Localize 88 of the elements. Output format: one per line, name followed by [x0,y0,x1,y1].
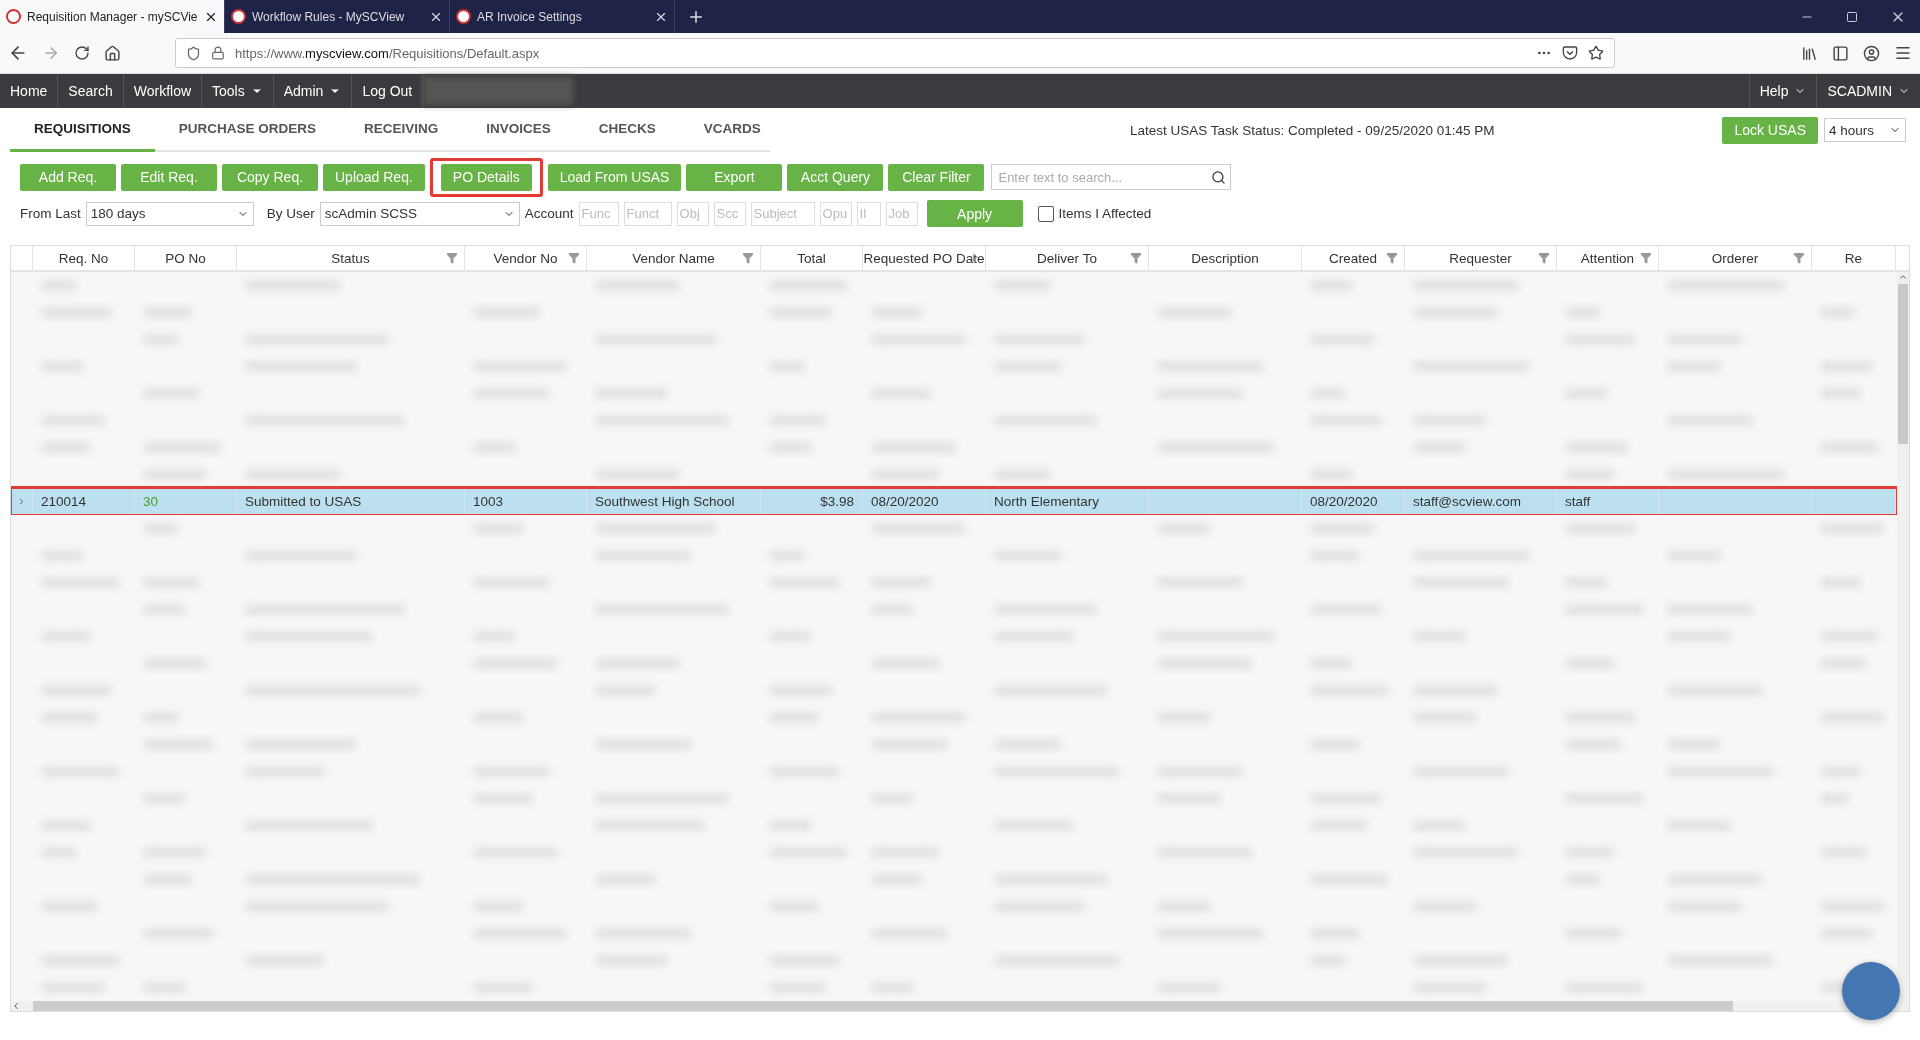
column-header[interactable]: Attention [1557,246,1659,270]
column-header[interactable]: Created [1302,246,1405,270]
column-header[interactable]: Vendor No [465,246,587,270]
account-field[interactable]: Opu [819,201,852,226]
field-label: From Last [20,206,81,221]
nav-item[interactable]: SCADMIN [1816,74,1920,108]
address-bar[interactable]: https://www.myscview.com/Requisitions/Default.aspx [175,38,1615,68]
site-icon [6,9,21,24]
nav-item[interactable]: Admin [273,74,353,108]
filter-icon[interactable] [742,252,754,264]
search-icon[interactable] [1211,169,1227,185]
duration-select[interactable]: 4 hours [1824,118,1906,142]
task-status: Latest USAS Task Status: Completed - 09/25/2020 01:45 PM [1130,122,1495,138]
filter-icon[interactable] [1538,252,1550,264]
table-cell: North Elementary [994,494,1100,509]
column-header[interactable]: Deliver To [986,246,1149,270]
account-field[interactable]: Func [578,201,619,226]
filter-icon[interactable] [1386,252,1398,264]
field-label: Account [524,206,574,221]
column-header[interactable]: Re [1812,246,1896,270]
site-icon [231,9,246,24]
sort-icon[interactable] [968,252,979,263]
user-select[interactable]: scAdmin SCSS [319,201,520,226]
module-tab[interactable]: PURCHASE ORDERS [154,108,341,152]
restore-icon[interactable] [1846,10,1858,23]
table-cell: 1003 [473,494,504,509]
table-cell: 30 [143,494,159,509]
nav-item[interactable]: Tools [202,74,274,108]
home-icon[interactable] [104,44,121,62]
table-cell: Submitted to USAS [245,494,362,509]
menu-icon[interactable] [1894,44,1912,62]
column-header[interactable]: Requester [1405,246,1557,270]
field-label: By User [266,206,315,221]
account-icon[interactable] [1863,44,1880,62]
table-row[interactable]: 210014 30 Submitted to USAS 1003 Southwest High School $3.98 08/20/2020 North Elementary 08/20/2020 staff@scview.com staff [11,488,1897,515]
filter-icon[interactable] [446,252,458,264]
checkbox[interactable] [1037,205,1054,222]
column-header[interactable]: Requested PO Date [863,246,986,270]
account-field[interactable]: Funct [623,201,672,226]
table-cell: 08/20/2020 [871,494,939,509]
column-header[interactable]: Orderer [1659,246,1812,270]
column-header[interactable]: Req. No [33,246,135,270]
nav-item[interactable]: Search [58,74,124,108]
scroll-up-icon[interactable] [1898,272,1908,282]
account-field[interactable]: Scc [713,201,746,226]
star-icon[interactable] [1588,45,1604,61]
account-field[interactable]: Job [885,201,918,226]
module-tab[interactable]: REQUISITIONS [10,108,155,152]
lock-icon [211,46,225,60]
table-cell: $3.98 [820,494,854,509]
pocket-icon[interactable] [1562,45,1578,61]
table-cell: 210014 [41,494,87,509]
nav-item[interactable]: Workflow [123,74,203,108]
url-text: https://www.myscview.com/Requisitions/Default.aspx [235,45,541,61]
column-header[interactable]: Status [237,246,465,270]
scroll-thumb[interactable] [1898,284,1908,444]
shield-icon [186,45,201,61]
module-tab[interactable]: RECEIVING [340,108,463,152]
filter-icon[interactable] [568,252,580,264]
filter-icon[interactable] [1793,252,1805,264]
vertical-scrollbar[interactable] [1897,272,1909,1001]
site-icon [456,9,471,24]
filter-icon[interactable] [1130,252,1142,264]
search-field[interactable]: Enter text to search... [991,164,1232,190]
module-tab[interactable]: VCARDS [679,108,785,152]
sidebar-icon[interactable] [1832,44,1849,62]
library-icon[interactable] [1801,44,1818,62]
scroll-left-icon[interactable] [11,1001,21,1011]
table-cell: Southwest High School [595,494,735,509]
column-header[interactable]: Total [761,246,863,270]
column-header[interactable]: Description [1149,246,1302,270]
module-tab[interactable]: INVOICES [462,108,575,152]
period-select[interactable]: 180 days [85,201,254,226]
table-cell: staff [1565,494,1591,509]
account-field[interactable]: Il [856,201,881,226]
column-header[interactable]: PO No [135,246,237,270]
reload-icon[interactable] [74,45,90,61]
nav-item[interactable]: Help [1748,74,1817,108]
checkbox-label: Items I Affected [1058,206,1152,221]
account-field[interactable]: Subject [750,201,815,226]
table-cell: 08/20/2020 [1310,494,1378,509]
filter-icon[interactable] [1640,252,1652,264]
table-cell: staff@scview.com [1413,494,1521,509]
nav-item[interactable]: Home [0,74,59,108]
account-field[interactable]: Obj [676,201,709,226]
browser-tab[interactable]: Requisition Manager - mySCVie [0,0,225,33]
column-header[interactable]: Vendor Name [587,246,761,270]
module-tab[interactable]: CHECKS [574,108,680,152]
